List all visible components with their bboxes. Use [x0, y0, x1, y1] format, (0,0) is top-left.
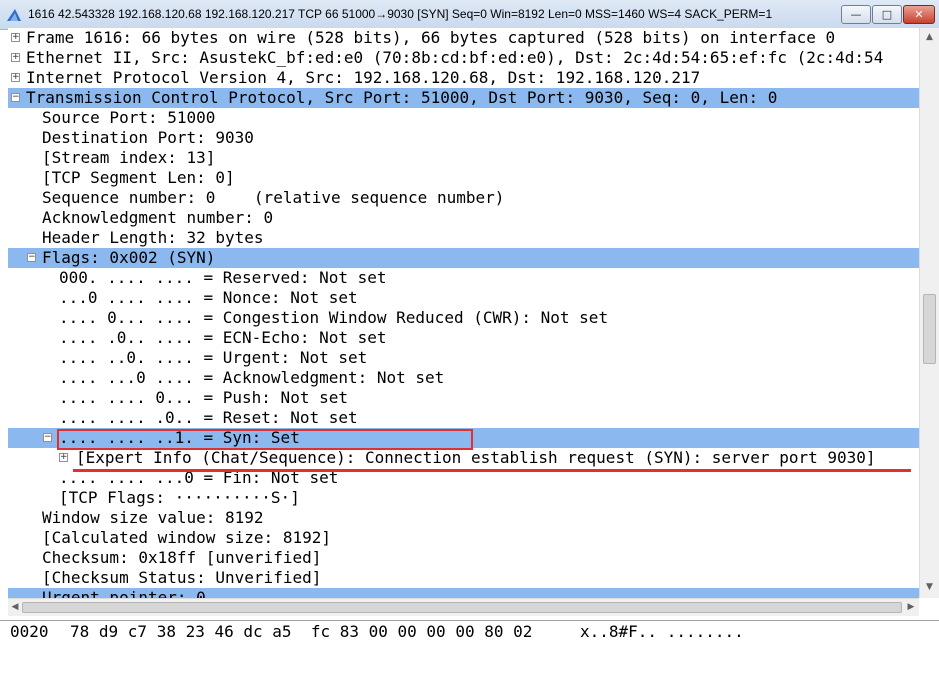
expand-plus-icon[interactable]: +: [11, 53, 20, 62]
tree-row-text: .... .... .0.. = Reset: Not set: [59, 408, 358, 427]
tree-expert-info[interactable]: + [Expert Info (Chat/Sequence): Connectio…: [8, 448, 919, 468]
tree-row-text: .... .0.. .... = ECN-Echo: Not set: [59, 328, 387, 347]
tree-row-text: [TCP Segment Len: 0]: [42, 168, 235, 187]
packet-details-tree[interactable]: + Frame 1616: 66 bytes on wire (528 bits)…: [8, 28, 919, 598]
close-button[interactable]: ✕: [903, 5, 935, 24]
tree-seq[interactable]: Sequence number: 0 (relative sequence nu…: [8, 188, 919, 208]
horizontal-scroll-thumb[interactable]: [22, 602, 902, 613]
collapse-minus-icon[interactable]: −: [11, 93, 20, 102]
tree-row-text: [Stream index: 13]: [42, 148, 216, 167]
tree-flag-urg[interactable]: .... ..0. .... = Urgent: Not set: [8, 348, 919, 368]
tree-hdr-len[interactable]: Header Length: 32 bytes: [8, 228, 919, 248]
vertical-scrollbar[interactable]: ▲ ▼: [919, 28, 939, 598]
tree-checksum-status[interactable]: [Checksum Status: Unverified]: [8, 568, 919, 588]
tree-row-text: Flags: 0x002 (SYN): [42, 248, 216, 267]
tree-src-port[interactable]: Source Port: 51000: [8, 108, 919, 128]
tree-row-text: Source Port: 51000: [42, 108, 216, 127]
tree-row-text: .... ...0 .... = Acknowledgment: Not set: [59, 368, 445, 387]
tree-urgent-pointer[interactable]: Urgent pointer: 0: [8, 588, 919, 598]
tree-tcp-flags[interactable]: [TCP Flags: ··········S·]: [8, 488, 919, 508]
tree-row-text: Acknowledgment number: 0: [42, 208, 274, 227]
tree-row-text: ...0 .... .... = Nonce: Not set: [59, 288, 358, 307]
tree-flag-push[interactable]: .... .... 0... = Push: Not set: [8, 388, 919, 408]
tree-row-text: Urgent pointer: 0: [42, 588, 206, 598]
tree-row-text: Ethernet II, Src: AsustekC_bf:ed:e0 (70:…: [26, 48, 884, 67]
tree-row-text: Internet Protocol Version 4, Src: 192.16…: [26, 68, 701, 87]
annotation-highlight-box: [57, 429, 473, 450]
tree-row-text: [Expert Info (Chat/Sequence): Connection…: [76, 448, 876, 467]
tree-row-text: Frame 1616: 66 bytes on wire (528 bits),…: [26, 28, 836, 47]
vertical-scroll-thumb[interactable]: [923, 294, 936, 364]
hex-offset: 0020: [10, 622, 49, 641]
tree-row-text: Sequence number: 0 (relative sequence nu…: [42, 188, 505, 207]
tree-tcp[interactable]: − Transmission Control Protocol, Src Port…: [8, 88, 919, 108]
packet-bytes-pane[interactable]: 0020 78 d9 c7 38 23 46 dc a5 fc 83 00 00…: [0, 620, 939, 642]
minimize-button[interactable]: —: [841, 5, 871, 24]
scroll-right-icon[interactable]: ▶: [904, 600, 918, 615]
tree-ethernet[interactable]: + Ethernet II, Src: AsustekC_bf:ed:e0 (70…: [8, 48, 919, 68]
tree-row-text: [TCP Flags: ··········S·]: [59, 488, 300, 507]
tree-seg-len[interactable]: [TCP Segment Len: 0]: [8, 168, 919, 188]
collapse-minus-icon[interactable]: −: [27, 253, 36, 262]
tree-row-text: .... ..0. .... = Urgent: Not set: [59, 348, 368, 367]
tree-row-text: Window size value: 8192: [42, 508, 264, 527]
tree-row-text: [Calculated window size: 8192]: [42, 528, 331, 547]
hex-bytes[interactable]: 78 d9 c7 38 23 46 dc a5 fc 83 00 00 00 0…: [70, 622, 532, 641]
tree-row-text: Checksum: 0x18ff [unverified]: [42, 548, 322, 567]
wireshark-fin-icon: [7, 9, 21, 21]
tree-flags[interactable]: − Flags: 0x002 (SYN): [8, 248, 919, 268]
tree-ipv4[interactable]: + Internet Protocol Version 4, Src: 192.1…: [8, 68, 919, 88]
tree-row-text: Transmission Control Protocol, Src Port:…: [26, 88, 778, 107]
hex-ascii[interactable]: x..8#F.. ........: [580, 622, 744, 641]
tree-frame[interactable]: + Frame 1616: 66 bytes on wire (528 bits)…: [8, 28, 919, 48]
tree-flag-ack[interactable]: .... ...0 .... = Acknowledgment: Not set: [8, 368, 919, 388]
tree-flag-reserved[interactable]: 000. .... .... = Reserved: Not set: [8, 268, 919, 288]
tree-row-text: .... 0... .... = Congestion Window Reduc…: [59, 308, 609, 327]
scroll-down-icon[interactable]: ▼: [923, 580, 936, 594]
tree-calc-window[interactable]: [Calculated window size: 8192]: [8, 528, 919, 548]
tree-flag-reset[interactable]: .... .... .0.. = Reset: Not set: [8, 408, 919, 428]
tree-flag-nonce[interactable]: ...0 .... .... = Nonce: Not set: [8, 288, 919, 308]
tree-row-text: .... .... 0... = Push: Not set: [59, 388, 348, 407]
maximize-button[interactable]: □: [872, 5, 902, 24]
tree-stream-index[interactable]: [Stream index: 13]: [8, 148, 919, 168]
expand-plus-icon[interactable]: +: [11, 73, 20, 82]
scroll-up-icon[interactable]: ▲: [923, 30, 936, 44]
tree-row-text: Destination Port: 9030: [42, 128, 254, 147]
tree-dst-port[interactable]: Destination Port: 9030: [8, 128, 919, 148]
tree-row-text: [Checksum Status: Unverified]: [42, 568, 322, 587]
tree-row-text: 000. .... .... = Reserved: Not set: [59, 268, 387, 287]
tree-row-text: Header Length: 32 bytes: [42, 228, 264, 247]
horizontal-scrollbar[interactable]: ◀ ▶: [8, 598, 919, 616]
tree-flag-ecn[interactable]: .... .0.. .... = ECN-Echo: Not set: [8, 328, 919, 348]
annotation-underline: [73, 469, 911, 472]
window-title: 1616 42.543328 192.168.120.68 192.168.12…: [28, 7, 773, 21]
expand-plus-icon[interactable]: +: [11, 33, 20, 42]
tree-ack[interactable]: Acknowledgment number: 0: [8, 208, 919, 228]
title-bar: 1616 42.543328 192.168.120.68 192.168.12…: [0, 0, 939, 30]
scroll-left-icon[interactable]: ◀: [8, 600, 22, 615]
expand-plus-icon[interactable]: +: [59, 453, 68, 462]
tree-flag-cwr[interactable]: .... 0... .... = Congestion Window Reduc…: [8, 308, 919, 328]
tree-window-size[interactable]: Window size value: 8192: [8, 508, 919, 528]
tree-checksum[interactable]: Checksum: 0x18ff [unverified]: [8, 548, 919, 568]
collapse-minus-icon[interactable]: −: [43, 433, 52, 442]
